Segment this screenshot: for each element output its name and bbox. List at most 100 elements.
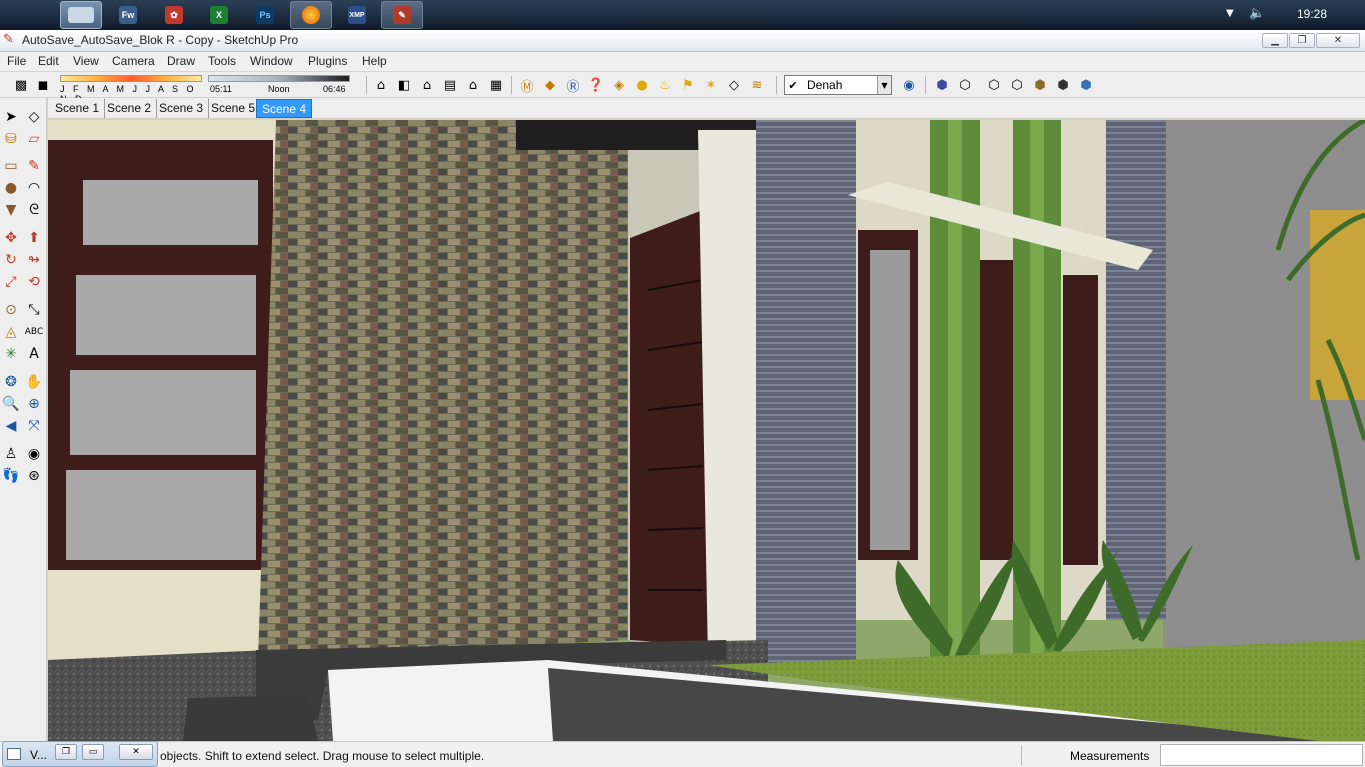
position-camera-icon[interactable]: ♙ (1, 444, 21, 464)
layer-dropdown[interactable]: ✔ Denah ▼ (784, 75, 892, 95)
menu-camera[interactable]: Camera (112, 54, 155, 68)
start-button[interactable] (6, 1, 48, 29)
menu-file[interactable]: File (7, 54, 26, 68)
tab-scene-4[interactable]: Scene 4 (256, 99, 313, 118)
material-tag-icon[interactable]: ◈ (610, 76, 628, 94)
follow-me-icon[interactable]: ↬ (24, 250, 44, 270)
menu-window[interactable]: Window (250, 54, 293, 68)
panel-maximize-button[interactable]: ▭ (82, 744, 104, 760)
panel-close-button[interactable]: ✕ (119, 744, 153, 760)
tab-scene-5[interactable]: Scene 5 (206, 99, 262, 118)
taskbar-sketchup[interactable]: ✎ (381, 1, 423, 29)
walk-tool-icon[interactable]: 👣 (1, 466, 21, 486)
dimension-tool-icon[interactable]: ⤡ (24, 300, 44, 320)
minimized-panel[interactable]: V... ❐ ▭ ✕ (2, 741, 158, 767)
tab-scene-1[interactable]: Scene 1 (50, 99, 106, 118)
protractor-icon[interactable]: ◬ (1, 322, 21, 342)
left-view-icon[interactable]: ▦ (487, 76, 505, 94)
select-tool-icon[interactable]: ➤ (1, 107, 21, 127)
spot-light-icon[interactable]: ♨ (656, 76, 674, 94)
text-tool-icon[interactable]: ABC (24, 322, 44, 342)
taskbar-photoshop[interactable]: Ps (244, 1, 286, 29)
arc-tool-icon[interactable]: ◠ (24, 178, 44, 198)
menu-view[interactable]: View (73, 54, 99, 68)
orbit-tool-icon[interactable]: ❂ (1, 372, 21, 392)
zoom-extents-icon[interactable]: ⤧ (24, 416, 44, 436)
ies-light-icon[interactable]: ⚑ (679, 76, 697, 94)
menu-tools[interactable]: Tools (208, 54, 236, 68)
restore-button[interactable]: ❐ (1289, 33, 1315, 48)
sun-light-icon[interactable]: ✶ (702, 76, 720, 94)
tape-measure-icon[interactable]: ⊙ (1, 300, 21, 320)
menu-help[interactable]: Help (362, 54, 387, 68)
close-button[interactable]: ✕ (1316, 33, 1360, 48)
model-viewport[interactable] (48, 120, 1365, 741)
fog-icon[interactable]: ≋ (748, 76, 766, 94)
shadow-month-slider[interactable]: J F M A M J J A S O N D (60, 75, 202, 104)
monochrome-style-icon[interactable]: ⬢ (1077, 76, 1095, 94)
back-view-icon[interactable]: ⌂ (464, 76, 482, 94)
move-tool-icon[interactable]: ✥ (1, 228, 21, 248)
look-around-icon[interactable]: ◉ (24, 444, 44, 464)
wireframe-style-icon[interactable]: ⬡ (985, 76, 1003, 94)
taskbar-acrobat[interactable]: ✿ (153, 1, 195, 29)
shaded-textures-style-icon[interactable]: ⬢ (1054, 76, 1072, 94)
measurements-input[interactable] (1160, 744, 1363, 766)
minimize-button[interactable]: ▁ (1262, 33, 1288, 48)
3d-text-icon[interactable]: A (24, 344, 44, 364)
sketchup-app-icon[interactable]: ✎ (3, 33, 17, 47)
back-edges-style-icon[interactable]: ⬡ (956, 76, 974, 94)
taskbar-fireworks[interactable]: Fw (107, 1, 149, 29)
time-slider-track[interactable] (208, 75, 350, 82)
right-view-icon[interactable]: ▤ (441, 76, 459, 94)
chevron-down-icon[interactable]: ▼ (877, 76, 891, 94)
taskbar-show-desktop[interactable] (60, 1, 102, 29)
menu-plugins[interactable]: Plugins (308, 54, 347, 68)
eraser-icon[interactable]: ▱ (24, 129, 44, 149)
paint-bucket-icon[interactable]: ⛁ (1, 129, 21, 149)
line-tool-icon[interactable]: ✎ (24, 156, 44, 176)
previous-view-icon[interactable]: ◀ (1, 416, 21, 436)
xray-style-icon[interactable]: ⬢ (933, 76, 951, 94)
month-slider-track[interactable] (60, 75, 202, 82)
help-plugin-icon[interactable]: ❓ (587, 76, 605, 94)
zoom-tool-icon[interactable]: 🔍 (1, 394, 21, 414)
circle-tool-icon[interactable]: ● (1, 178, 21, 198)
taskbar-excel[interactable]: X (198, 1, 240, 29)
menu-edit[interactable]: Edit (38, 54, 59, 68)
taskbar-firefox[interactable] (290, 1, 332, 29)
tray-expand-icon[interactable]: ▼ (1226, 8, 1234, 19)
panel-restore-button[interactable]: ❐ (55, 744, 77, 760)
axes-tool-icon[interactable]: ✳ (1, 344, 21, 364)
rotate-tool-icon[interactable]: ↻ (1, 250, 21, 270)
shadow-settings-icon[interactable]: ▩ (12, 76, 30, 94)
shadow-time-slider[interactable]: 05:11 Noon 06:46 (208, 75, 350, 97)
zoom-window-icon[interactable]: ⊕ (24, 394, 44, 414)
display-shadows-icon[interactable]: ◼ (34, 76, 52, 94)
section-plane-icon[interactable]: ⊛ (24, 466, 44, 486)
hidden-line-style-icon[interactable]: ⬡ (1008, 76, 1026, 94)
pan-tool-icon[interactable]: ✋ (24, 372, 44, 392)
freehand-tool-icon[interactable]: ᘓ (24, 200, 44, 220)
shaded-style-icon[interactable]: ⬢ (1031, 76, 1049, 94)
omni-light-icon[interactable]: ● (633, 76, 651, 94)
tab-scene-3[interactable]: Scene 3 (154, 99, 210, 118)
render-icon[interactable]: Ⓡ (564, 76, 582, 95)
volume-icon[interactable]: 🔈 (1249, 6, 1265, 21)
m-plugin-icon[interactable]: Ⓜ (518, 76, 536, 95)
layer-manager-icon[interactable]: ◉ (900, 76, 918, 94)
clock[interactable]: 19:28 (1297, 7, 1327, 21)
proxy-icon[interactable]: ◇ (725, 76, 743, 94)
make-component-icon[interactable]: ◇ (24, 107, 44, 127)
front-view-icon[interactable]: ⌂ (418, 76, 436, 94)
polygon-tool-icon[interactable]: ▼ (1, 200, 21, 220)
offset-tool-icon[interactable]: ⟲ (24, 272, 44, 292)
top-view-icon[interactable]: ◧ (395, 76, 413, 94)
rectangle-tool-icon[interactable]: ▭ (1, 156, 21, 176)
tag-icon[interactable]: ◆ (541, 76, 559, 94)
tab-scene-2[interactable]: Scene 2 (102, 99, 158, 118)
taskbar-xampp[interactable]: XMP (336, 1, 378, 29)
push-pull-icon[interactable]: ⬆ (24, 228, 44, 248)
scale-tool-icon[interactable]: ⤢ (1, 272, 21, 292)
menu-draw[interactable]: Draw (167, 54, 195, 68)
